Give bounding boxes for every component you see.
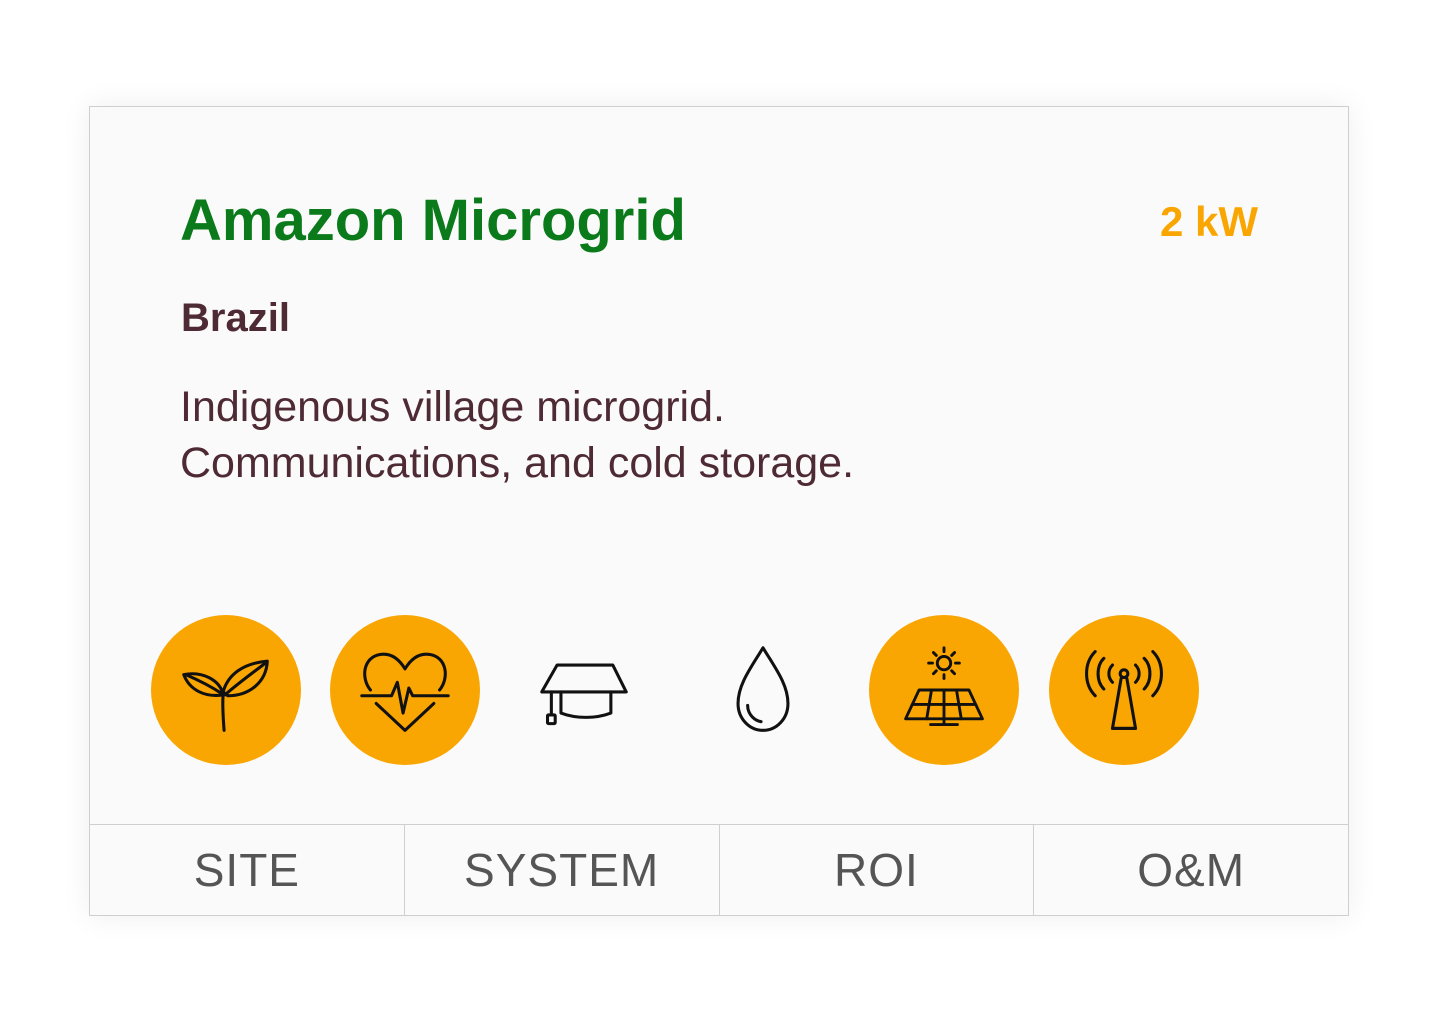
health-icon[interactable] <box>330 615 480 765</box>
water-icon[interactable] <box>688 615 838 765</box>
tab-site[interactable]: SITE <box>90 825 405 915</box>
tab-roi[interactable]: ROI <box>720 825 1035 915</box>
description-line: Indigenous village microgrid. <box>180 383 725 431</box>
category-icons <box>151 615 1251 765</box>
card-tabs: SITE SYSTEM ROI O&M <box>90 824 1348 915</box>
agriculture-icon[interactable] <box>151 615 301 765</box>
communications-tower-icon[interactable] <box>1049 615 1199 765</box>
solar-panel-icon[interactable] <box>869 615 1019 765</box>
power-rating: 2 kW <box>1159 198 1258 245</box>
project-description: Indigenous village microgrid. Communicat… <box>180 379 1180 491</box>
tab-system[interactable]: SYSTEM <box>405 825 720 915</box>
project-card: Amazon Microgrid 2 kW Brazil Indigenous … <box>89 106 1349 916</box>
project-title: Amazon Microgrid <box>180 188 686 253</box>
project-location: Brazil <box>181 296 290 340</box>
education-icon[interactable] <box>509 615 659 765</box>
tab-om[interactable]: O&M <box>1034 825 1348 915</box>
description-line: Communications, and cold storage. <box>180 439 855 487</box>
